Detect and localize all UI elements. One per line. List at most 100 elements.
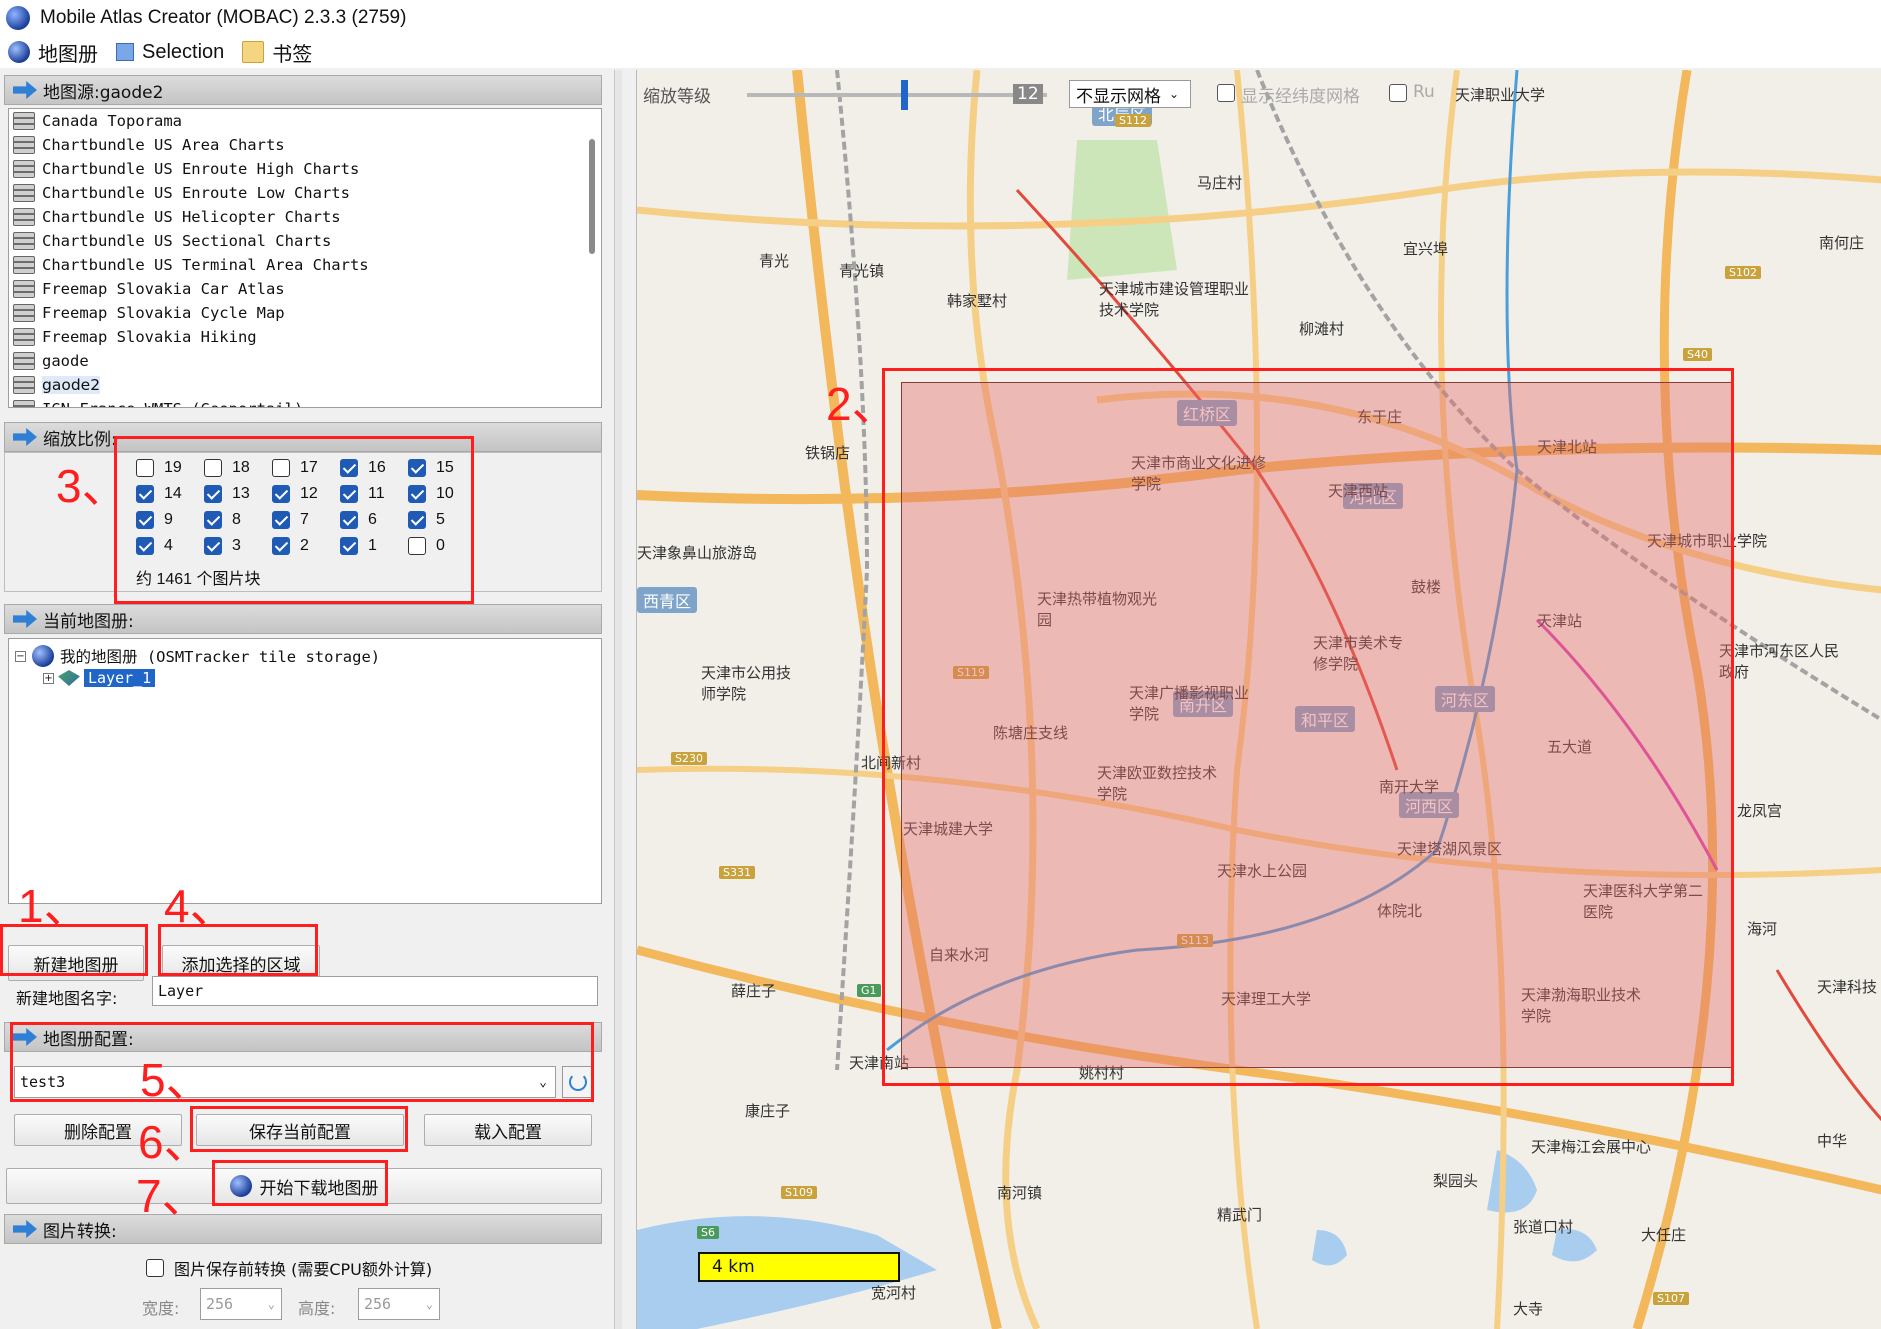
annotation-label-4: 4、 bbox=[164, 880, 236, 932]
menu-selection[interactable]: Selection bbox=[116, 41, 224, 64]
map-source-item[interactable]: Chartbundle US Enroute High Charts bbox=[9, 157, 601, 181]
atlas-name-label: 新建地图名字: bbox=[16, 989, 118, 1008]
map-source-list[interactable]: Canada Toporama Chartbundle US Area Chart… bbox=[8, 108, 602, 408]
convert-tiles-checkbox[interactable] bbox=[146, 1259, 164, 1277]
zoom-slider-thumb[interactable] bbox=[901, 80, 908, 110]
width-select[interactable]: 256 ⌄ bbox=[200, 1288, 282, 1320]
server-icon bbox=[13, 160, 35, 178]
tile-conversion-title: 图片转换: bbox=[43, 1221, 117, 1242]
park-area bbox=[1067, 140, 1177, 280]
zoom-level-label: 缩放等级 bbox=[643, 87, 711, 107]
atlas-root-label: 我的地图册 (OSMTracker tile storage) bbox=[60, 648, 381, 666]
height-select[interactable]: 256 ⌄ bbox=[358, 1288, 440, 1320]
annotation-label-7: 7、 bbox=[136, 1170, 208, 1222]
map-source-item[interactable]: Chartbundle US Terminal Area Charts bbox=[9, 253, 601, 277]
collapse-arrow-icon[interactable] bbox=[13, 610, 37, 628]
ruler-checkbox[interactable] bbox=[1389, 84, 1407, 102]
server-icon bbox=[13, 208, 35, 226]
collapse-arrow-icon[interactable] bbox=[13, 428, 37, 446]
server-icon bbox=[13, 136, 35, 154]
annotation-box-6 bbox=[190, 1106, 408, 1152]
map-source-label: Canada Toporama bbox=[42, 112, 182, 130]
map-source-item[interactable]: gaode2 bbox=[9, 373, 601, 397]
map-source-label: gaode2 bbox=[42, 376, 101, 394]
layer-label: Layer_1 bbox=[84, 669, 156, 687]
map-source-item[interactable]: gaode bbox=[9, 349, 601, 373]
server-icon bbox=[13, 280, 35, 298]
zoom-levels-title: 缩放比例: bbox=[43, 429, 117, 450]
ruler-label: Ru bbox=[1413, 82, 1435, 102]
tile-conversion-header[interactable]: 图片转换: bbox=[4, 1214, 602, 1244]
zoom-slider[interactable] bbox=[747, 93, 1047, 97]
map-source-item[interactable]: Freemap Slovakia Cycle Map bbox=[9, 301, 601, 325]
map-source-label: IGN France WMTS (Geoportail) bbox=[42, 400, 303, 407]
map-source-item[interactable]: Chartbundle US Enroute Low Charts bbox=[9, 181, 601, 205]
server-icon bbox=[13, 184, 35, 202]
tree-expand-icon[interactable]: + bbox=[43, 672, 54, 684]
latlon-grid-label: 显示经纬度网格 bbox=[1241, 87, 1360, 107]
menu-bookmarks[interactable]: 书签 bbox=[242, 38, 312, 67]
map-source-header[interactable]: 地图源:gaode2 bbox=[4, 75, 602, 105]
width-label: 宽度: bbox=[142, 1299, 180, 1318]
map-toolbar: 缩放等级 12 不显示网格 ⌄ 显示经纬度网格 Ru bbox=[637, 70, 1881, 110]
map-source-label: Freemap Slovakia Cycle Map bbox=[42, 304, 285, 322]
lakes bbox=[1312, 1150, 1597, 1266]
height-label: 高度: bbox=[298, 1299, 336, 1318]
annotation-box-5 bbox=[10, 1022, 594, 1102]
map-source-item[interactable]: IGN France WMTS (Geoportail) bbox=[9, 397, 601, 407]
map-source-label: Chartbundle US Enroute Low Charts bbox=[42, 184, 350, 202]
road bbox=[637, 168, 1881, 230]
server-icon bbox=[13, 352, 35, 370]
atlas-globe-icon bbox=[32, 645, 54, 667]
server-icon bbox=[13, 400, 35, 407]
globe-icon bbox=[8, 41, 30, 63]
map-source-item[interactable]: Chartbundle US Helicopter Charts bbox=[9, 205, 601, 229]
map-source-scrollbar[interactable] bbox=[589, 139, 595, 254]
server-icon bbox=[13, 304, 35, 322]
map-source-label: Chartbundle US Sectional Charts bbox=[42, 232, 332, 250]
server-icon bbox=[13, 376, 35, 394]
map-source-item[interactable]: Canada Toporama bbox=[9, 109, 601, 133]
latlon-grid-checkbox[interactable] bbox=[1217, 84, 1235, 102]
atlas-tree-layer[interactable]: + Layer_1 bbox=[43, 669, 156, 687]
map-source-item[interactable]: Freemap Slovakia Hiking bbox=[9, 325, 601, 349]
scale-bar: 4 km bbox=[698, 1252, 900, 1282]
zoom-level-value: 12 bbox=[1013, 84, 1043, 104]
map-source-item[interactable]: Freemap Slovakia Car Atlas bbox=[9, 277, 601, 301]
window-title: Mobile Atlas Creator (MOBAC) 2.3.3 (2759… bbox=[40, 7, 407, 28]
collapse-arrow-icon[interactable] bbox=[13, 81, 37, 99]
map-source-item[interactable]: Chartbundle US Sectional Charts bbox=[9, 229, 601, 253]
chevron-down-icon: ⌄ bbox=[1169, 87, 1180, 101]
menu-atlas[interactable]: 地图册 bbox=[8, 38, 98, 67]
title-bar: Mobile Atlas Creator (MOBAC) 2.3.3 (2759… bbox=[0, 0, 1881, 36]
grid-select[interactable]: 不显示网格 ⌄ bbox=[1069, 80, 1191, 108]
server-icon bbox=[13, 256, 35, 274]
chevron-down-icon: ⌄ bbox=[425, 1297, 433, 1311]
selection-icon bbox=[116, 43, 134, 61]
map-source-label: Freemap Slovakia Hiking bbox=[42, 328, 257, 346]
map-source-title: 地图源:gaode2 bbox=[43, 82, 164, 103]
annotation-label-5: 5、 bbox=[140, 1054, 212, 1106]
annotation-box-2 bbox=[882, 368, 1734, 1086]
atlas-tree[interactable]: − 我的地图册 (OSMTracker tile storage) + Laye… bbox=[8, 638, 602, 904]
map-source-label: Chartbundle US Area Charts bbox=[42, 136, 285, 154]
layer-icon bbox=[58, 670, 80, 686]
annotation-label-1: 1、 bbox=[18, 880, 90, 932]
atlas-tree-root[interactable]: − 我的地图册 (OSMTracker tile storage) bbox=[15, 645, 380, 667]
map-source-label: Freemap Slovakia Car Atlas bbox=[42, 280, 285, 298]
annotation-box-3 bbox=[114, 436, 474, 604]
collapse-arrow-icon[interactable] bbox=[13, 1220, 37, 1238]
panel-splitter[interactable] bbox=[614, 70, 622, 1329]
server-icon bbox=[13, 112, 35, 130]
map-source-item[interactable]: Chartbundle US Area Charts bbox=[9, 133, 601, 157]
current-atlas-header[interactable]: 当前地图册: bbox=[4, 604, 602, 634]
menu-bar: 地图册 Selection 书签 bbox=[0, 36, 1881, 68]
conversion-checkbox-row[interactable]: 图片保存前转换 (需要CPU额外计算) bbox=[146, 1256, 432, 1280]
bookmark-icon bbox=[242, 41, 265, 63]
menu-bookmarks-label: 书签 bbox=[272, 43, 313, 66]
server-icon bbox=[13, 232, 35, 250]
atlas-name-field[interactable]: Layer bbox=[152, 976, 598, 1006]
tree-collapse-icon[interactable]: − bbox=[15, 650, 26, 662]
load-profile-button[interactable]: 载入配置 bbox=[424, 1114, 592, 1146]
scale-label: 4 km bbox=[712, 1257, 755, 1277]
